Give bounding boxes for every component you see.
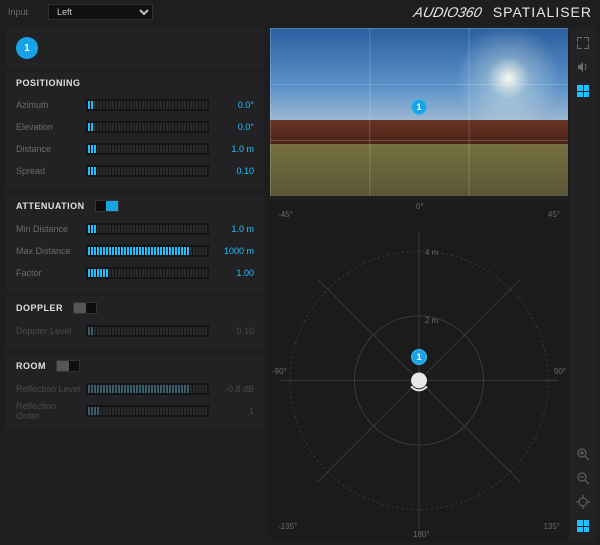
- zoom-out-icon[interactable]: [572, 467, 594, 489]
- param-slider[interactable]: [86, 267, 209, 279]
- fullscreen-icon[interactable]: [572, 32, 594, 54]
- param-slider[interactable]: [86, 143, 209, 155]
- param-value: 1000 m: [215, 246, 254, 256]
- polar-label-rb: 135°: [543, 522, 560, 531]
- polar-marker-1[interactable]: 1: [411, 349, 427, 365]
- param-list: Azimuth 0.0° Elevation 0.0° Distance 1.0 m Spr…: [16, 94, 254, 182]
- section-title: POSITIONING: [16, 78, 254, 88]
- param-value: 0.10: [215, 326, 254, 336]
- param-value: -0.8 dB: [215, 384, 254, 394]
- param-row: Reflection Level -0.8 dB: [16, 378, 254, 400]
- views: 1 1: [270, 28, 568, 541]
- room-toggle[interactable]: [56, 360, 80, 372]
- param-label: Reflection Level: [16, 384, 80, 394]
- param-label: Elevation: [16, 122, 80, 132]
- target-icon[interactable]: [572, 491, 594, 513]
- param-slider[interactable]: [86, 405, 209, 417]
- param-slider[interactable]: [86, 121, 209, 133]
- param-value: 0.0°: [215, 100, 254, 110]
- input-select[interactable]: Left: [48, 4, 153, 20]
- param-row: Max Distance 1000 m: [16, 240, 254, 262]
- param-row: Spread 0.10: [16, 160, 254, 182]
- polar-view[interactable]: 1 0° 180° -45° 45° -90° 90° -135° 135° 2…: [270, 200, 568, 541]
- param-value: 1.0 m: [215, 224, 254, 234]
- param-label: Spread: [16, 166, 80, 176]
- section-title: ATTENUATION: [16, 201, 85, 211]
- param-row: Factor 1.00: [16, 262, 254, 284]
- param-value: 1: [215, 406, 254, 416]
- source-chip-1[interactable]: 1: [16, 37, 38, 59]
- brand-logo: AUDIO360: [414, 4, 482, 20]
- param-label: Distance: [16, 144, 80, 154]
- app-root: { "header": { "input_label": "Input", "i…: [0, 0, 600, 545]
- polar-label-l: -90°: [272, 367, 287, 376]
- brand-name: SPATIALISER: [493, 4, 592, 20]
- param-row: Doppler Level 0.10: [16, 320, 254, 342]
- param-label: Azimuth: [16, 100, 80, 110]
- polar-label-lt: -45°: [278, 210, 293, 219]
- polar-label-r: 90°: [554, 367, 566, 376]
- preview-marker-1[interactable]: 1: [411, 99, 427, 115]
- section-doppler: DOPPLER Doppler Level 0.10: [6, 296, 264, 350]
- section-attenuation: ATTENUATION Min Distance 1.0 m Max Distanc…: [6, 194, 264, 292]
- param-value: 0.0°: [215, 122, 254, 132]
- polar-label-rt: 45°: [548, 210, 560, 219]
- param-slider[interactable]: [86, 383, 209, 395]
- param-label: Reflection Order: [16, 401, 80, 421]
- section-positioning: POSITIONING Azimuth 0.0° Elevation 0.0° Dist…: [6, 72, 264, 190]
- param-label: Factor: [16, 268, 80, 278]
- param-row: Elevation 0.0°: [16, 116, 254, 138]
- grid2-icon[interactable]: [572, 515, 594, 537]
- polar-label-r1: 2 m: [425, 316, 438, 325]
- input-label: Input: [8, 7, 48, 17]
- left-panel: 1 POSITIONING Azimuth 0.0° Elevation 0.0° Di…: [0, 24, 268, 545]
- param-row: Reflection Order 1: [16, 400, 254, 422]
- section-title: ROOM: [16, 361, 46, 371]
- body: 1 POSITIONING Azimuth 0.0° Elevation 0.0° Di…: [0, 24, 600, 545]
- param-list: Reflection Level -0.8 dB Reflection Order 1: [16, 378, 254, 422]
- spherical-preview[interactable]: 1: [270, 28, 568, 196]
- polar-label-bottom: 180°: [413, 530, 430, 539]
- section-room: ROOM Reflection Level -0.8 dB Reflection O…: [6, 354, 264, 430]
- param-value: 1.0 m: [215, 144, 254, 154]
- source-chips: 1: [6, 28, 264, 68]
- polar-label-lb: -135°: [278, 522, 297, 531]
- polar-label-r2: 4 m: [425, 248, 438, 257]
- brand: AUDIO360 SPATIALISER: [414, 4, 592, 20]
- zoom-in-icon[interactable]: [572, 443, 594, 465]
- header-bar: Input Left AUDIO360 SPATIALISER: [0, 0, 600, 24]
- param-slider[interactable]: [86, 223, 209, 235]
- grid-icon[interactable]: [572, 80, 594, 102]
- param-slider[interactable]: [86, 165, 209, 177]
- attenuation-toggle[interactable]: [95, 200, 119, 212]
- param-row: Azimuth 0.0°: [16, 94, 254, 116]
- param-list: Min Distance 1.0 m Max Distance 1000 m Facto…: [16, 218, 254, 284]
- param-value: 1.00: [215, 268, 254, 278]
- param-label: Max Distance: [16, 246, 80, 256]
- param-slider[interactable]: [86, 325, 209, 337]
- param-label: Min Distance: [16, 224, 80, 234]
- param-value: 0.10: [215, 166, 254, 176]
- param-slider[interactable]: [86, 99, 209, 111]
- param-label: Doppler Level: [16, 326, 80, 336]
- toolstrip: [570, 28, 596, 541]
- polar-grid: [270, 200, 568, 541]
- right-panel: 1 1: [268, 24, 600, 545]
- param-row: Min Distance 1.0 m: [16, 218, 254, 240]
- param-slider[interactable]: [86, 245, 209, 257]
- volume-icon[interactable]: [572, 56, 594, 78]
- polar-label-top: 0°: [416, 202, 424, 211]
- param-row: Distance 1.0 m: [16, 138, 254, 160]
- section-title: DOPPLER: [16, 303, 63, 313]
- param-list: Doppler Level 0.10: [16, 320, 254, 342]
- doppler-toggle[interactable]: [73, 302, 97, 314]
